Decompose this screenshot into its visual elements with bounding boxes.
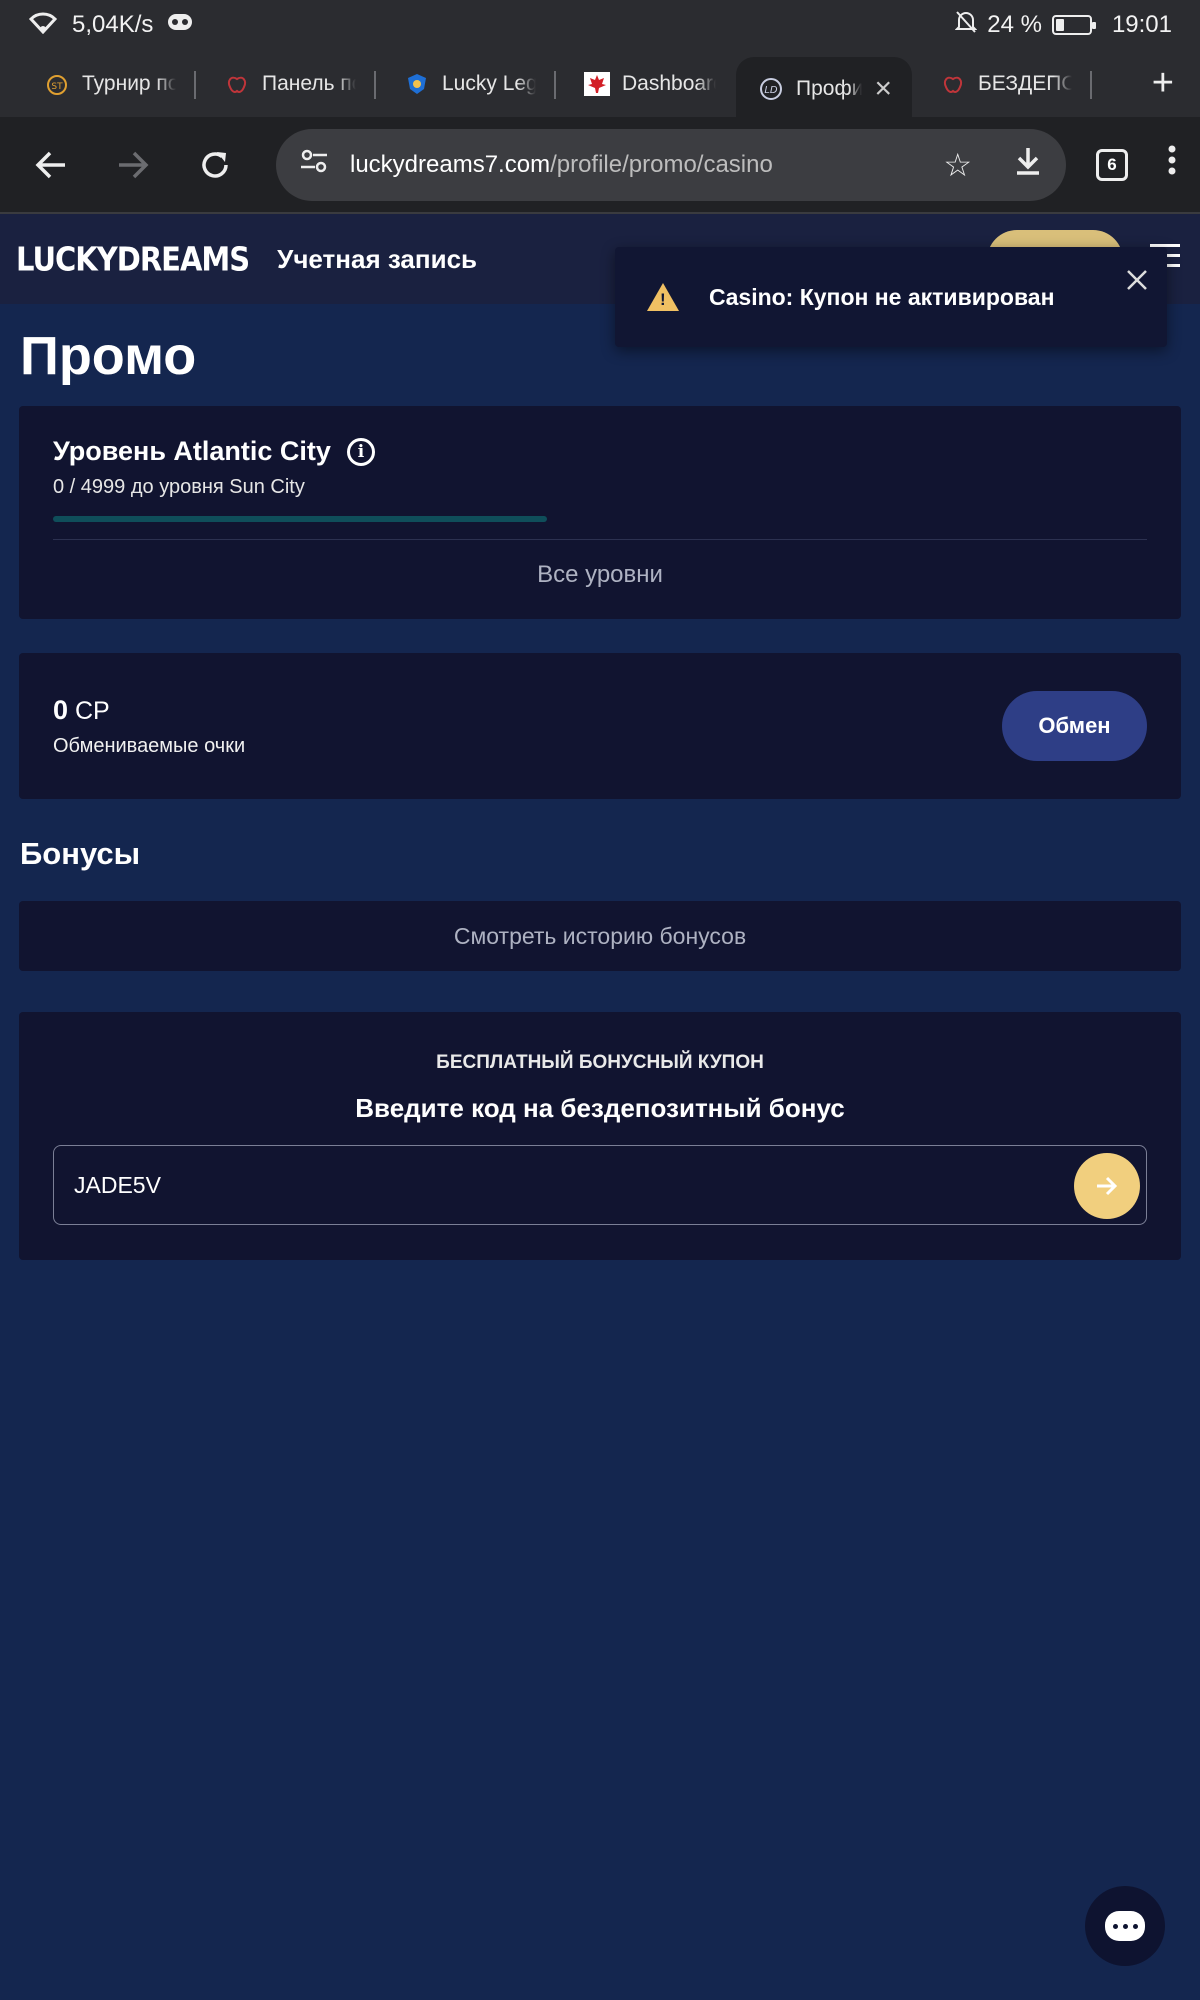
status-bar: 5,04K/s 24 % 19:01 bbox=[0, 0, 1200, 50]
bookmark-star-icon[interactable]: ☆ bbox=[943, 146, 972, 184]
close-tab-icon[interactable]: × bbox=[874, 73, 892, 104]
coupon-title: Введите код на бездепозитный бонус bbox=[355, 1093, 845, 1123]
tab-label: Профиль bbox=[796, 76, 863, 100]
tab-tournament[interactable]: ST Турнир по bbox=[16, 57, 196, 111]
all-levels-link[interactable]: Все уровни bbox=[19, 561, 1181, 589]
tab-panel[interactable]: Панель по bbox=[196, 57, 376, 111]
bell-off-icon bbox=[954, 10, 978, 41]
address-bar[interactable]: luckydreams7.com/profile/promo/casino ☆ bbox=[276, 128, 1066, 201]
close-icon[interactable] bbox=[1125, 259, 1149, 301]
site-logo[interactable]: LUCKYDREAMS bbox=[16, 239, 250, 278]
tab-profile[interactable]: LD Профиль × bbox=[736, 56, 912, 121]
tab-no-deposit[interactable]: БЕЗДЕПОЗ bbox=[912, 57, 1092, 111]
submit-coupon-button[interactable] bbox=[1074, 1153, 1140, 1219]
url-path: /profile/promo/casino bbox=[550, 150, 773, 178]
svg-text:ST: ST bbox=[51, 82, 63, 92]
site-settings-icon[interactable] bbox=[300, 149, 328, 180]
bonus-history-link[interactable]: Смотреть историю бонусов bbox=[19, 901, 1181, 971]
toast-message: Casino: Купон не активирован bbox=[709, 283, 1055, 310]
points-value-row: 0 CP bbox=[53, 695, 110, 726]
url-host: luckydreams7.com bbox=[350, 150, 551, 178]
clock: 19:01 bbox=[1111, 11, 1172, 38]
points-unit: CP bbox=[74, 697, 110, 725]
divider bbox=[53, 539, 1147, 540]
apple-logo-icon bbox=[224, 71, 250, 97]
live-chat-button[interactable] bbox=[1085, 1886, 1165, 1966]
back-icon[interactable] bbox=[22, 136, 80, 194]
reload-icon[interactable] bbox=[186, 136, 244, 194]
tab-label: Панель по bbox=[262, 71, 356, 95]
network-speed: 5,04K/s bbox=[72, 11, 154, 38]
more-menu-icon[interactable] bbox=[1168, 145, 1176, 184]
tab-lucky-legends[interactable]: Lucky Lege bbox=[376, 57, 556, 111]
tab-label: Lucky Lege bbox=[442, 71, 536, 95]
battery-icon bbox=[1051, 15, 1096, 35]
tab-label: БЕЗДЕПОЗ bbox=[978, 71, 1072, 95]
ld-logo-icon: LD bbox=[758, 76, 784, 102]
battery-level bbox=[1055, 19, 1064, 31]
url-text[interactable]: luckydreams7.com/profile/promo/casino bbox=[350, 151, 773, 179]
points-card: 0 CP Обмениваемые очки Обмен bbox=[19, 653, 1181, 799]
coupon-card: БЕСПЛАТНЫЙ БОНУСНЫЙ КУПОН Введите код на… bbox=[19, 1012, 1181, 1260]
page-title: Промо bbox=[20, 326, 197, 386]
toast-notification: Casino: Купон не активирован bbox=[615, 247, 1167, 347]
browser-toolbar: luckydreams7.com/profile/promo/casino ☆ … bbox=[0, 117, 1200, 214]
arrow-right-icon bbox=[1097, 1176, 1118, 1196]
tab-strip: ST Турнир по Панель по Lucky Lege Dashbo… bbox=[0, 50, 1200, 121]
battery-percent: 24 % bbox=[987, 11, 1042, 38]
svg-text:LD: LD bbox=[764, 85, 778, 96]
level-title: Уровень Atlantic City bbox=[53, 436, 331, 466]
level-title-row: Уровень Atlantic City i bbox=[53, 436, 375, 467]
wifi-icon bbox=[28, 10, 58, 41]
maple-leaf-icon bbox=[584, 71, 610, 97]
level-card: Уровень Atlantic City i 0 / 4999 до уров… bbox=[19, 406, 1181, 619]
shield-logo-icon bbox=[404, 71, 430, 97]
chat-icon bbox=[1105, 1911, 1145, 1941]
coupon-code-value: JADE5V bbox=[74, 1171, 161, 1198]
vpn-mask-icon bbox=[167, 11, 193, 39]
info-icon[interactable]: i bbox=[346, 437, 375, 466]
exchange-button[interactable]: Обмен bbox=[1002, 691, 1147, 761]
level-progress-bar bbox=[53, 516, 547, 522]
points-label: Обмениваемые очки bbox=[53, 735, 246, 757]
coupon-code-input[interactable]: JADE5V bbox=[53, 1145, 1147, 1225]
bonuses-heading: Бонусы bbox=[20, 836, 141, 871]
download-icon[interactable] bbox=[1014, 146, 1042, 184]
new-tab-icon[interactable]: + bbox=[1152, 62, 1174, 105]
tab-label: Dashboard bbox=[622, 71, 716, 95]
tab-switcher-button[interactable]: 6 bbox=[1096, 148, 1128, 181]
account-title: Учетная запись bbox=[277, 243, 478, 274]
tab-dashboard[interactable]: Dashboard bbox=[556, 57, 736, 111]
level-progress-text: 0 / 4999 до уровня Sun City bbox=[53, 476, 305, 498]
apple-logo-icon bbox=[940, 71, 966, 97]
points-value: 0 bbox=[53, 695, 69, 725]
warning-icon bbox=[647, 283, 679, 311]
coupon-subtitle: БЕСПЛАТНЫЙ БОНУСНЫЙ КУПОН bbox=[436, 1052, 764, 1073]
tab-label: Турнир по bbox=[82, 71, 176, 95]
forward-icon[interactable] bbox=[104, 136, 162, 194]
tournament-icon: ST bbox=[44, 71, 70, 97]
